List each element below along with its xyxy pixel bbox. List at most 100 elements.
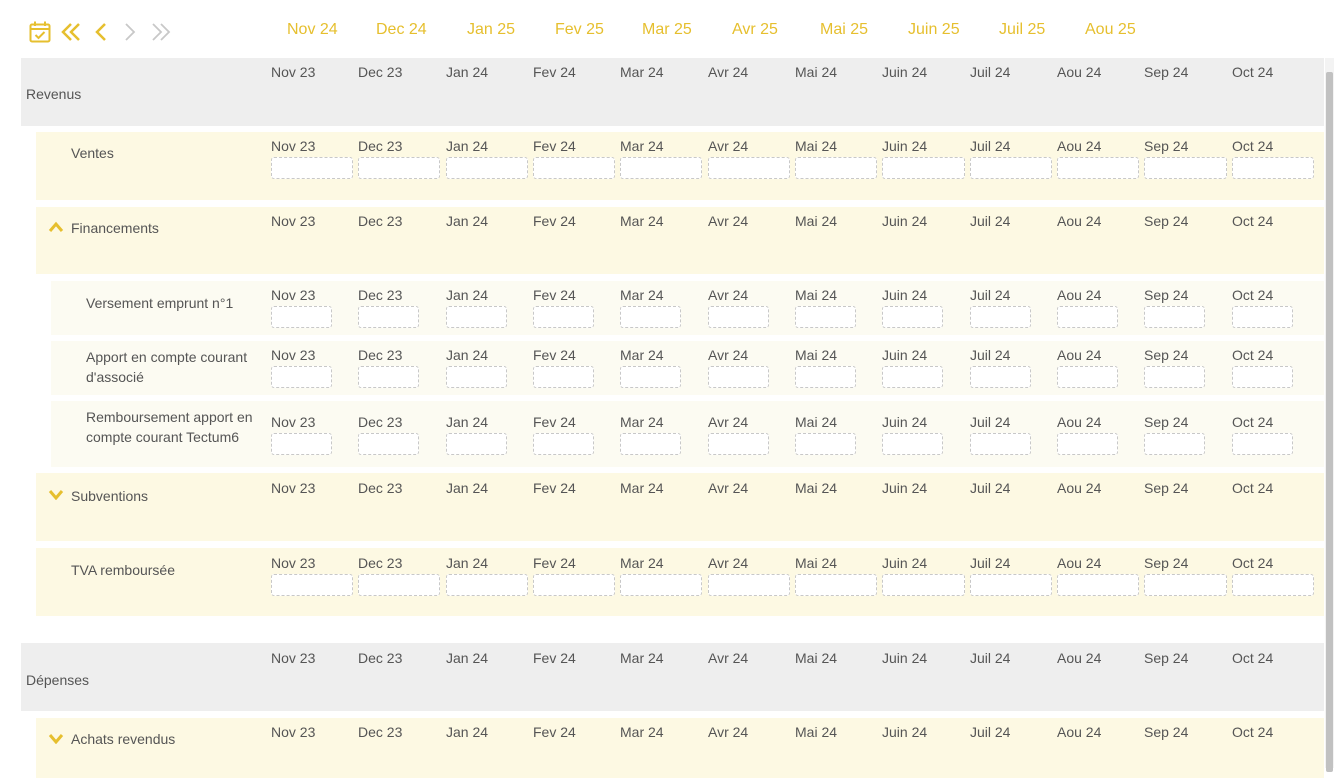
amount-input[interactable] [358,366,419,388]
month-nav-item[interactable]: Mai 25 [820,21,868,39]
amount-input[interactable] [620,157,702,179]
month-label: Jan 24 [446,555,489,571]
month-label: Avr 24 [708,480,749,496]
amount-input[interactable] [882,574,965,596]
amount-input[interactable] [1232,574,1314,596]
amount-input[interactable] [533,306,594,328]
month-nav-item[interactable]: Mar 25 [642,21,692,39]
amount-input[interactable] [708,574,790,596]
amount-input[interactable] [620,306,681,328]
amount-input[interactable] [882,157,965,179]
month-nav-item[interactable]: Aou 25 [1085,21,1136,39]
amount-input[interactable] [533,157,615,179]
amount-input[interactable] [1144,433,1205,455]
amount-input[interactable] [882,306,943,328]
month-label: Oct 24 [1232,480,1274,496]
calendar-check-icon[interactable] [28,20,52,44]
amount-input[interactable] [708,433,769,455]
row-depenses [21,643,1324,711]
month-nav-item[interactable]: Jan 25 [467,21,515,39]
month-label: Sep 24 [1144,480,1189,496]
chevron-up-icon[interactable] [48,221,64,233]
month-label: Nov 23 [271,650,316,666]
month-label: Juil 24 [970,138,1011,154]
amount-input[interactable] [882,433,943,455]
amount-input[interactable] [1144,366,1205,388]
amount-input[interactable] [620,366,681,388]
month-nav-item[interactable]: Juin 25 [908,21,960,39]
double-chevron-left-icon[interactable] [60,20,84,44]
amount-input[interactable] [358,433,419,455]
amount-input[interactable] [1057,306,1118,328]
amount-input[interactable] [271,574,353,596]
amount-input[interactable] [708,306,769,328]
amount-input[interactable] [1057,433,1118,455]
amount-input[interactable] [1232,366,1293,388]
amount-input[interactable] [970,366,1031,388]
amount-input[interactable] [1144,306,1205,328]
amount-input[interactable] [533,366,594,388]
scrollbar-thumb[interactable] [1326,72,1333,772]
amount-input[interactable] [795,433,856,455]
month-label: Juil 24 [970,480,1011,496]
amount-input[interactable] [1057,157,1139,179]
month-label: Juin 24 [882,138,928,154]
double-chevron-right-icon[interactable] [148,20,172,44]
amount-input[interactable] [271,157,353,179]
month-label: Juin 24 [882,213,928,229]
amount-input[interactable] [1144,157,1227,179]
amount-input[interactable] [708,157,790,179]
month-label: Oct 24 [1232,287,1274,303]
amount-input[interactable] [446,366,507,388]
month-label: Juin 24 [882,64,928,80]
month-label: Sep 24 [1144,64,1189,80]
amount-input[interactable] [795,157,877,179]
amount-input[interactable] [1057,574,1139,596]
amount-input[interactable] [882,366,943,388]
amount-input[interactable] [970,433,1031,455]
amount-input[interactable] [1057,366,1118,388]
amount-input[interactable] [446,433,507,455]
month-label: Mar 24 [620,414,664,430]
vertical-scrollbar[interactable] [1325,58,1334,772]
month-label: Aou 24 [1057,213,1102,229]
amount-input[interactable] [533,433,594,455]
chevron-down-icon[interactable] [48,732,64,744]
amount-input[interactable] [795,574,877,596]
amount-input[interactable] [446,574,528,596]
amount-input[interactable] [1232,306,1293,328]
month-nav-item[interactable]: Dec 24 [376,21,427,39]
month-label: Mai 24 [795,138,838,154]
amount-input[interactable] [533,574,615,596]
amount-input[interactable] [446,157,528,179]
month-nav-item[interactable]: Fev 25 [555,21,604,39]
month-label: Sep 24 [1144,347,1189,363]
amount-input[interactable] [970,157,1052,179]
amount-input[interactable] [708,366,769,388]
amount-input[interactable] [1232,433,1293,455]
amount-input[interactable] [271,433,332,455]
amount-input[interactable] [620,433,681,455]
month-label: Avr 24 [708,213,749,229]
month-nav-item[interactable]: Juil 25 [999,21,1045,39]
amount-input[interactable] [271,306,332,328]
month-label: Aou 24 [1057,347,1102,363]
chevron-right-icon[interactable] [118,20,142,44]
month-nav-item[interactable]: Avr 25 [732,21,778,39]
month-nav-item[interactable]: Nov 24 [287,21,338,39]
amount-input[interactable] [620,574,702,596]
amount-input[interactable] [970,306,1031,328]
amount-input[interactable] [358,306,419,328]
amount-input[interactable] [970,574,1052,596]
chevron-left-icon[interactable] [89,20,113,44]
amount-input[interactable] [271,366,332,388]
amount-input[interactable] [1144,574,1227,596]
row-label: Financements [71,220,159,236]
amount-input[interactable] [1232,157,1314,179]
amount-input[interactable] [795,366,856,388]
chevron-down-icon[interactable] [48,488,64,500]
amount-input[interactable] [446,306,507,328]
amount-input[interactable] [358,157,440,179]
amount-input[interactable] [358,574,440,596]
amount-input[interactable] [795,306,856,328]
